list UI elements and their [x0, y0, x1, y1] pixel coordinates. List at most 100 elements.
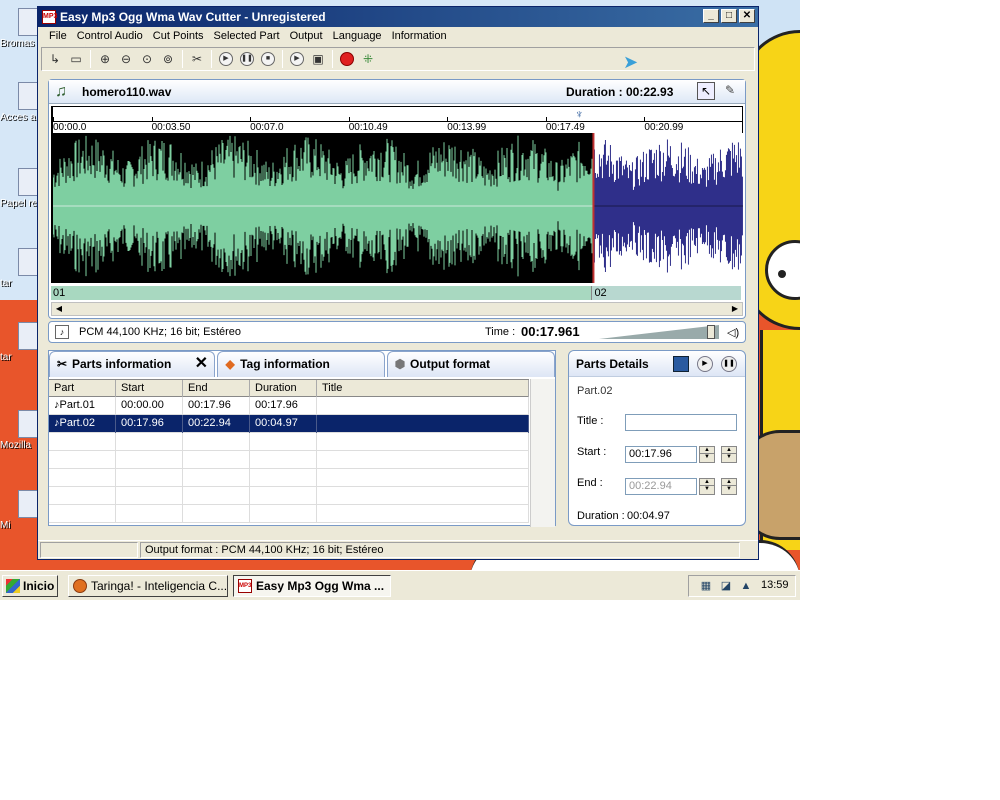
start-input[interactable]: 00:17.96 — [625, 446, 697, 463]
menu-information[interactable]: Information — [387, 27, 452, 46]
horizontal-scrollbar[interactable]: ◀ ▶ — [51, 302, 743, 316]
menu-bar: File Control Audio Cut Points Selected P… — [38, 27, 758, 46]
toolbar-separator — [332, 50, 333, 68]
task-firefox[interactable]: Taringa! - Inteligencia C... — [68, 575, 228, 597]
column-header-title[interactable]: Title — [317, 380, 529, 397]
title-input[interactable] — [625, 414, 737, 431]
stop-icon[interactable]: ■ — [259, 50, 277, 68]
antivirus-icon[interactable]: ▲ — [739, 579, 753, 593]
save-icon[interactable]: ▣ — [309, 50, 327, 68]
table-row-selected[interactable]: ♪Part.02 00:17.96 00:22.94 00:04.97 — [49, 415, 529, 433]
toolbar-separator — [182, 50, 183, 68]
table-row-empty — [49, 505, 529, 523]
open-icon[interactable]: ↳ — [46, 50, 64, 68]
desktop-icon-tar-1[interactable]: tar — [0, 248, 46, 289]
select-tool-icon[interactable]: ↖ — [697, 82, 715, 100]
start-spinner[interactable]: ▲ ▼ — [699, 446, 715, 463]
scissors-icon: ✂ — [56, 357, 68, 371]
volume-thumb[interactable] — [707, 325, 715, 339]
status-cell-empty — [40, 542, 138, 558]
cell-part-text: Part.02 — [59, 417, 95, 429]
column-header-part[interactable]: Part — [49, 380, 116, 397]
menu-output[interactable]: Output — [285, 27, 328, 46]
split-icon[interactable]: ⁜ — [359, 50, 377, 68]
tab-label: Output format — [410, 357, 491, 371]
menu-file[interactable]: File — [44, 27, 72, 46]
start-fine-spinner[interactable]: ▲ ▼ — [721, 446, 737, 463]
firefox-icon — [73, 579, 87, 593]
zoom-in-icon[interactable]: ⊕ — [96, 50, 114, 68]
close-button[interactable]: ✕ — [739, 9, 755, 23]
start-button[interactable]: Inicio — [2, 575, 58, 597]
cut-icon[interactable]: ✂ — [188, 50, 206, 68]
time-ruler[interactable]: ♆ 00:00.0 00:03.50 00:07.0 00:10.49 00:13.99… — [51, 106, 743, 134]
wallpaper-homer-pupil — [778, 270, 786, 278]
keyboard-icon[interactable]: ▦ — [699, 579, 713, 593]
network-icon[interactable]: ◪ — [719, 579, 733, 593]
output-icon: ⬢ — [394, 357, 406, 371]
end-spinner[interactable]: ▲ ▼ — [699, 478, 715, 495]
end-input[interactable]: 00:22.94 — [625, 478, 697, 495]
volume-wedge — [599, 325, 719, 339]
pause-part-icon[interactable]: ❚❚ — [721, 356, 737, 372]
waveform-panel: ♫ homero110.wav Duration : 00:22.93 ↖ ✎ … — [48, 79, 746, 319]
column-header-start[interactable]: Start — [116, 380, 183, 397]
column-header-duration[interactable]: Duration — [250, 380, 317, 397]
save-part-icon[interactable] — [673, 356, 689, 372]
speaker-icon[interactable]: ◁) — [727, 326, 739, 339]
tab-output-format[interactable]: ⬢ Output format — [387, 351, 556, 377]
maximize-button[interactable]: □ — [721, 9, 737, 23]
zoom-fit-icon[interactable]: ⊙ — [138, 50, 156, 68]
end-fine-spinner[interactable]: ▲ ▼ — [721, 478, 737, 495]
tab-tag-information[interactable]: ◆ Tag information — [217, 351, 386, 377]
zoom-selection-icon[interactable]: ⊚ — [159, 50, 177, 68]
desktop-icon-tar-2[interactable]: tar — [0, 322, 46, 363]
menu-cut-points[interactable]: Cut Points — [148, 27, 209, 46]
desktop-icon-bromas[interactable]: Bromas — [0, 8, 46, 49]
menu-control-audio[interactable]: Control Audio — [72, 27, 148, 46]
file-name: homero110.wav — [82, 85, 172, 99]
play-icon[interactable]: ▶ — [217, 50, 235, 68]
cell-part: ♪Part.01 — [49, 397, 116, 415]
menu-language[interactable]: Language — [328, 27, 387, 46]
cell-title — [317, 415, 529, 433]
title-label: Title : — [577, 415, 604, 427]
title-bar[interactable]: MP3 Easy Mp3 Ogg Wma Wav Cutter - Unregi… — [38, 7, 758, 27]
task-label: Taringa! - Inteligencia C... — [91, 579, 228, 593]
taskbar: Inicio Taringa! - Inteligencia C... MP3 … — [0, 570, 800, 600]
task-easy-mp3-cutter[interactable]: MP3 Easy Mp3 Ogg Wma ... — [233, 575, 391, 597]
table-vertical-scrollbar[interactable] — [530, 379, 555, 527]
desktop-icon-mi[interactable]: Mi — [0, 490, 46, 531]
record-icon[interactable] — [338, 50, 356, 68]
minimize-button[interactable]: _ — [703, 9, 719, 23]
audio-format: PCM 44,100 KHz; 16 bit; Estéreo — [79, 326, 242, 338]
volume-slider[interactable] — [599, 325, 721, 339]
segment-label[interactable]: 01 — [51, 286, 592, 300]
end-label: End : — [577, 477, 603, 489]
duration-label: Duration : 00:22.93 — [566, 85, 674, 99]
zoom-out-icon[interactable]: ⊖ — [117, 50, 135, 68]
waveform-canvas[interactable] — [51, 133, 743, 283]
menu-selected-part[interactable]: Selected Part — [209, 27, 285, 46]
scroll-left-icon[interactable]: ◀ — [52, 303, 66, 315]
tab-parts-information[interactable]: ✂ Parts information ✕ — [49, 351, 216, 377]
playhead-marker-icon[interactable]: ♆ — [574, 107, 584, 121]
close-tab-icon[interactable]: ✕ — [195, 354, 208, 374]
play-part-icon[interactable]: ▶ — [697, 356, 713, 372]
play-selection-icon[interactable]: ▶ — [288, 50, 306, 68]
details-header: Parts Details ▶ ❚❚ — [569, 351, 745, 377]
toolbar-separator — [211, 50, 212, 68]
tab-label: Parts information — [72, 357, 172, 371]
desktop-icon-access[interactable]: Acces a g — [0, 82, 46, 123]
table-row[interactable]: ♪Part.01 00:00.00 00:17.96 00:17.96 — [49, 397, 529, 415]
desktop-icon-recycle[interactable]: Papel rec — [0, 168, 46, 209]
edit-tool-icon[interactable]: ✎ — [721, 82, 739, 100]
cell-end: 00:17.96 — [183, 397, 250, 415]
desktop-icon-mozilla[interactable]: Mozilla — [0, 410, 46, 451]
column-header-end[interactable]: End — [183, 380, 250, 397]
scroll-right-icon[interactable]: ▶ — [728, 303, 742, 315]
pause-icon[interactable]: ❚❚ — [238, 50, 256, 68]
details-part-name: Part.02 — [577, 385, 613, 397]
segment-label[interactable]: 02 — [591, 286, 741, 300]
new-icon[interactable]: ▭ — [67, 50, 85, 68]
